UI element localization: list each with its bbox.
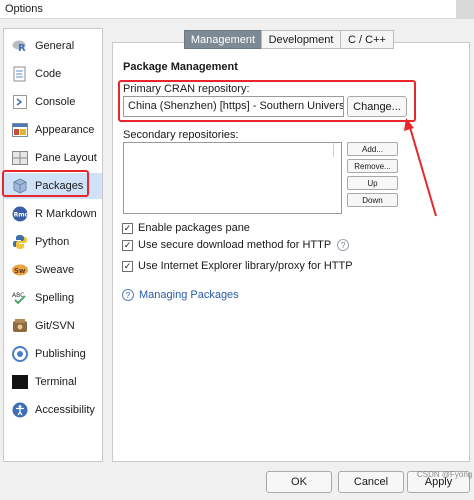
svg-text:Sw: Sw xyxy=(14,267,26,275)
primary-repo-field[interactable]: China (Shenzhen) [https] - Southern Univ… xyxy=(123,96,344,117)
sidebar-item-terminal[interactable]: Terminal xyxy=(4,369,102,395)
primary-repo-label: Primary CRAN repository: xyxy=(123,83,250,95)
sidebar-item-accessibility[interactable]: Accessibility xyxy=(4,397,102,423)
sidebar-item-git-svn[interactable]: Git/SVN xyxy=(4,313,102,339)
cancel-button[interactable]: Cancel xyxy=(338,471,404,493)
git-icon xyxy=(11,317,29,335)
tab-management[interactable]: Management xyxy=(184,30,262,49)
sidebar-item-packages[interactable]: Packages xyxy=(4,173,102,199)
secondary-repo-list[interactable] xyxy=(123,142,342,214)
link-label: Managing Packages xyxy=(139,289,239,301)
sidebar-item-label: Python xyxy=(35,236,70,248)
sidebar-item-label: Console xyxy=(35,96,76,108)
sidebar-item-label: Appearance xyxy=(35,124,95,136)
sweave-icon: Sw xyxy=(11,261,29,279)
secure-download-option[interactable]: ✓ Use secure download method for HTTP ? xyxy=(122,239,350,251)
add-repo-button[interactable]: Add... xyxy=(347,142,398,156)
window-title: Options xyxy=(5,3,43,15)
sidebar-item-label: Accessibility xyxy=(35,404,95,416)
enable-packages-pane-option[interactable]: ✓ Enable packages pane xyxy=(122,222,250,234)
help-icon: ? xyxy=(122,289,134,301)
sidebar-item-general[interactable]: R General xyxy=(4,33,102,59)
move-up-button[interactable]: Up xyxy=(347,176,398,190)
sidebar-item-label: Terminal xyxy=(35,376,77,388)
checkbox-checked-icon[interactable]: ✓ xyxy=(122,222,133,234)
python-icon xyxy=(11,233,29,251)
spelling-icon: ABC xyxy=(11,289,29,307)
sidebar-item-label: Publishing xyxy=(35,348,86,360)
option-label: Use secure download method for HTTP xyxy=(138,239,332,251)
options-sidebar: R General Code Console Appearance Pane L… xyxy=(3,28,103,462)
sidebar-item-console[interactable]: Console xyxy=(4,89,102,115)
pane-layout-icon xyxy=(11,149,29,167)
sidebar-item-label: Git/SVN xyxy=(35,320,75,332)
change-repo-button[interactable]: Change... xyxy=(347,96,407,117)
sidebar-item-label: Packages xyxy=(35,180,84,192)
sidebar-item-appearance[interactable]: Appearance xyxy=(4,117,102,143)
svg-text:Rmd: Rmd xyxy=(14,212,28,219)
secondary-repo-label: Secondary repositories: xyxy=(123,129,239,141)
list-scrollbar[interactable] xyxy=(333,143,341,157)
terminal-icon xyxy=(11,373,29,391)
publishing-icon xyxy=(11,345,29,363)
sidebar-item-label: General xyxy=(35,40,75,52)
sidebar-item-label: Pane Layout xyxy=(35,152,97,164)
sidebar-item-sweave[interactable]: Sw Sweave xyxy=(4,257,102,283)
packages-tab-bar: Management Development C / C++ xyxy=(184,30,394,49)
ok-button[interactable]: OK xyxy=(266,471,332,493)
console-prompt-icon xyxy=(11,93,29,111)
section-title: Package Management xyxy=(123,61,238,73)
sidebar-item-label: Spelling xyxy=(35,292,75,304)
remove-repo-button[interactable]: Remove... xyxy=(347,159,398,173)
appearance-icon xyxy=(11,121,29,139)
option-label: Enable packages pane xyxy=(138,222,250,234)
title-bar-corner xyxy=(456,0,474,19)
rmd-icon: Rmd xyxy=(11,205,29,223)
option-label: Use Internet Explorer library/proxy for … xyxy=(138,260,353,272)
accessibility-icon xyxy=(11,401,29,419)
managing-packages-link[interactable]: ? Managing Packages xyxy=(122,289,239,301)
sidebar-item-code[interactable]: Code xyxy=(4,61,102,87)
sidebar-item-label: Sweave xyxy=(35,264,75,276)
sidebar-item-pane-layout[interactable]: Pane Layout xyxy=(4,145,102,171)
sidebar-item-label: Code xyxy=(35,68,62,80)
window-title-bar: Options xyxy=(0,0,474,19)
help-icon[interactable]: ? xyxy=(337,239,350,251)
packages-icon xyxy=(11,177,29,195)
checkbox-checked-icon[interactable]: ✓ xyxy=(122,260,133,272)
sidebar-item-r-markdown[interactable]: Rmd R Markdown xyxy=(4,201,102,227)
r-logo-icon: R xyxy=(11,37,29,55)
checkbox-checked-icon[interactable]: ✓ xyxy=(122,239,133,251)
sidebar-item-spelling[interactable]: ABC Spelling xyxy=(4,285,102,311)
ie-proxy-option[interactable]: ✓ Use Internet Explorer library/proxy fo… xyxy=(122,260,353,272)
sidebar-item-publishing[interactable]: Publishing xyxy=(4,341,102,367)
watermark: CSDN @Fyong xyxy=(417,470,473,479)
svg-text:R: R xyxy=(18,43,26,53)
tab-development[interactable]: Development xyxy=(261,30,341,49)
move-down-button[interactable]: Down xyxy=(347,193,398,207)
sidebar-item-python[interactable]: Python xyxy=(4,229,102,255)
code-document-icon xyxy=(11,65,29,83)
sidebar-item-label: R Markdown xyxy=(35,208,97,220)
tab-c-cpp[interactable]: C / C++ xyxy=(340,30,394,49)
annotation-arrow xyxy=(404,118,437,217)
